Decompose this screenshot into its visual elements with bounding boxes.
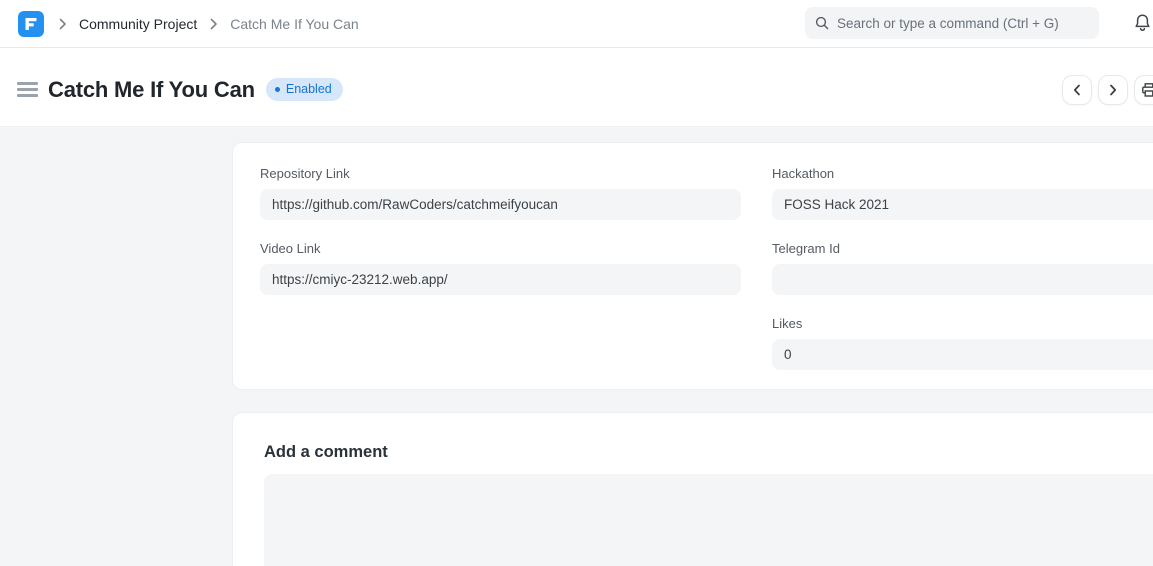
status-dot-icon	[275, 87, 280, 92]
breadcrumb-item-current-doc[interactable]: Catch Me If You Can	[230, 16, 358, 32]
notifications-button[interactable]	[1133, 13, 1152, 38]
navbar: Community Project Catch Me If You Can	[0, 0, 1153, 48]
breadcrumb-item-community-project[interactable]: Community Project	[79, 16, 197, 32]
breadcrumb: Community Project Catch Me If You Can	[58, 16, 359, 32]
repository-link-input[interactable]	[260, 189, 741, 220]
field-telegram-id: Telegram Id	[772, 241, 1153, 295]
prev-document-button[interactable]	[1062, 75, 1092, 105]
form-section-card: Repository Link Video Link Hackathon Tel…	[232, 142, 1153, 390]
comment-input[interactable]	[264, 474, 1153, 566]
field-repository-link: Repository Link	[260, 166, 741, 220]
chevron-right-icon	[209, 18, 218, 30]
menu-icon	[17, 88, 38, 91]
frappe-logo[interactable]	[18, 11, 44, 37]
chevron-right-icon	[58, 18, 67, 30]
chevron-left-icon	[1071, 83, 1083, 97]
search-icon	[815, 16, 829, 30]
telegram-id-input[interactable]	[772, 264, 1153, 295]
sidebar-toggle-button[interactable]	[17, 82, 38, 97]
field-label: Likes	[772, 316, 1153, 331]
printer-icon	[1141, 82, 1153, 98]
search-input[interactable]	[837, 16, 1089, 31]
status-badge: Enabled	[266, 78, 343, 101]
field-video-link: Video Link	[260, 241, 741, 295]
bell-icon	[1133, 13, 1152, 33]
field-label: Repository Link	[260, 166, 741, 181]
menu-icon	[17, 94, 38, 97]
print-button[interactable]	[1134, 75, 1153, 105]
chevron-right-icon	[1107, 83, 1119, 97]
likes-input[interactable]	[772, 339, 1153, 370]
status-badge-label: Enabled	[286, 82, 332, 96]
form-page-body: Repository Link Video Link Hackathon Tel…	[0, 127, 1153, 566]
video-link-input[interactable]	[260, 264, 741, 295]
comment-section-heading: Add a comment	[264, 443, 1153, 462]
page-header: Catch Me If You Can Enabled	[0, 48, 1153, 127]
page-actions	[1062, 75, 1153, 105]
form-column-right: Hackathon Telegram Id Likes	[772, 166, 1153, 366]
page-title: Catch Me If You Can	[48, 77, 255, 103]
field-label: Telegram Id	[772, 241, 1153, 256]
menu-icon	[17, 82, 38, 85]
frappe-logo-icon	[23, 16, 39, 32]
next-document-button[interactable]	[1098, 75, 1128, 105]
field-label: Video Link	[260, 241, 741, 256]
hackathon-input[interactable]	[772, 189, 1153, 220]
form-column-left: Repository Link Video Link	[260, 166, 741, 366]
field-label: Hackathon	[772, 166, 1153, 181]
field-hackathon: Hackathon	[772, 166, 1153, 220]
global-search[interactable]	[805, 7, 1099, 39]
field-likes: Likes	[772, 316, 1153, 370]
comment-section-card: Add a comment	[232, 412, 1153, 566]
